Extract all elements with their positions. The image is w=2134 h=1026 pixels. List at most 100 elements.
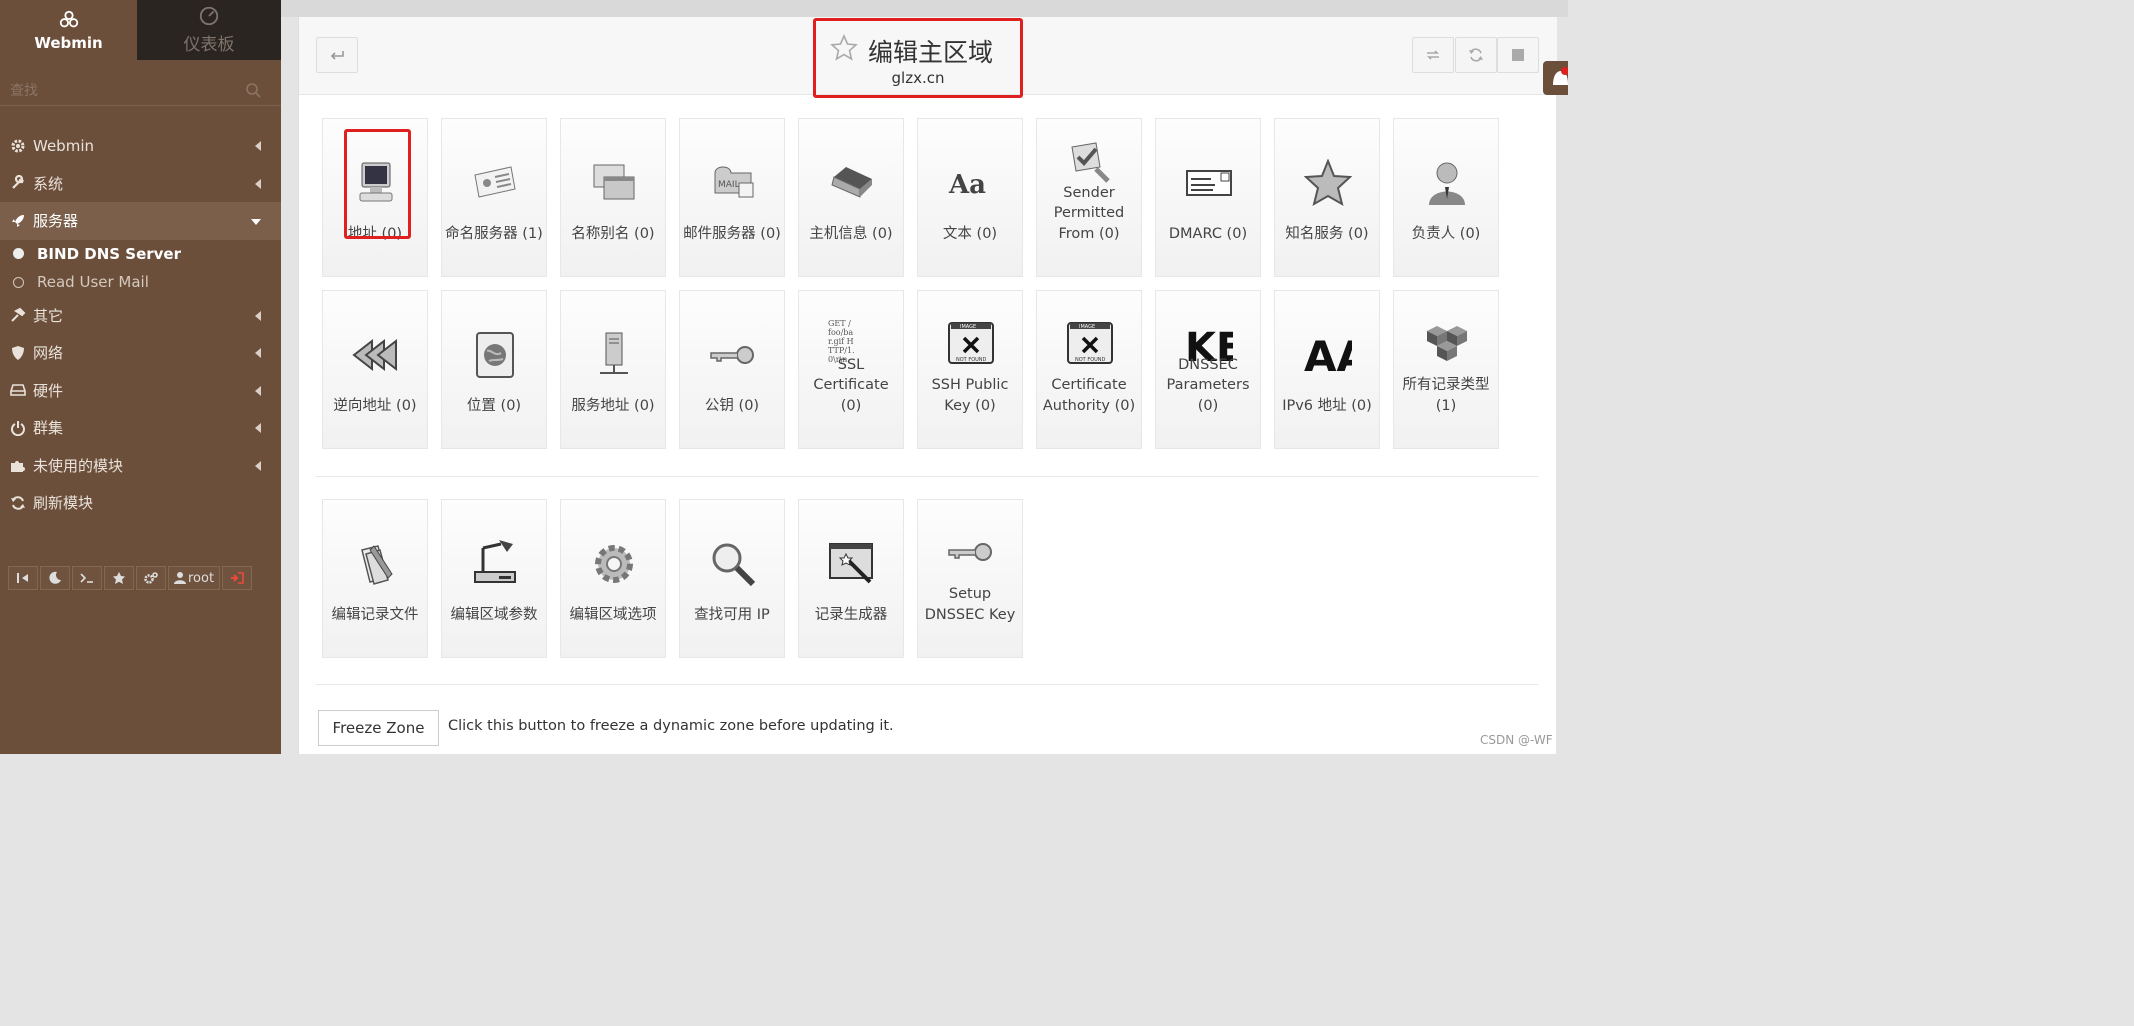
- wizard-icon: [829, 543, 873, 584]
- tab-webmin[interactable]: Webmin: [0, 0, 137, 60]
- page-header: 编辑主区域 glzx.cn: [299, 17, 1557, 98]
- record-tile-all-types[interactable]: 所有记录类型 (1): [1393, 290, 1499, 449]
- menu-servers[interactable]: 服务器: [0, 202, 281, 240]
- menu-label: 硬件: [33, 381, 64, 400]
- cert-line-0: GET /: [828, 319, 851, 328]
- cert-line-1: foo/ba: [828, 328, 853, 337]
- menu-label: 未使用的模块: [33, 456, 124, 475]
- image-label: IMAGE: [1079, 324, 1095, 330]
- radio-empty-icon: [13, 276, 24, 288]
- square-icon: [1512, 49, 1524, 61]
- tile-label: 命名服务器 (1): [445, 225, 543, 242]
- menu-label: 网络: [33, 344, 64, 363]
- tile-label: 名称别名 (0): [571, 225, 655, 242]
- cubes-icon: [1427, 326, 1467, 361]
- record-tile-dmarc[interactable]: DMARC (0): [1155, 118, 1261, 277]
- record-tile-responsible-person[interactable]: 负责人 (0): [1393, 118, 1499, 277]
- sidebar-bottom-bar: root: [8, 566, 253, 590]
- tool-edit-zone-params[interactable]: 编辑区域参数: [441, 499, 547, 658]
- theme-settings-button[interactable]: [136, 566, 166, 590]
- user-cog-icon: [174, 572, 186, 584]
- menu-label: 系统: [33, 174, 64, 193]
- cog-icon: [595, 545, 633, 583]
- radio-filled-icon: [13, 248, 24, 260]
- menu-cluster[interactable]: 群集: [0, 409, 281, 447]
- tab-dashboard[interactable]: 仪表板: [137, 0, 281, 60]
- night-mode-button[interactable]: [40, 566, 70, 590]
- laptop-icon: [831, 167, 872, 198]
- record-tile-text[interactable]: Aa 文本 (0): [917, 118, 1023, 277]
- menu-network[interactable]: 网络: [0, 334, 281, 372]
- user-button[interactable]: root: [168, 566, 221, 590]
- chevron-left-icon: [255, 310, 261, 321]
- shield-icon: [12, 345, 24, 360]
- record-tile-alias[interactable]: 名称别名 (0): [560, 118, 666, 277]
- not-found-label: NOT FOUND: [1075, 357, 1106, 363]
- top-margin: [281, 0, 1568, 17]
- record-tile-ipv6-address[interactable]: AA IPv6 地址 (0): [1274, 290, 1380, 449]
- tile-label: 文本 (0): [942, 225, 998, 242]
- menu-hardware[interactable]: 硬件: [0, 372, 281, 410]
- logout-button[interactable]: [222, 566, 253, 590]
- search-input[interactable]: 查找: [10, 80, 38, 100]
- server-icon: [600, 332, 628, 374]
- not-found-label: NOT FOUND: [956, 357, 987, 363]
- webmin-logo-icon: [59, 10, 78, 27]
- record-tile-ssl-certificate[interactable]: GET / foo/ba r.gif H TTP/1. 0\r\n SSL Ce…: [798, 290, 904, 449]
- record-tile-mail-server[interactable]: MAIL 邮件服务器 (0): [679, 118, 785, 277]
- sync-button[interactable]: [1412, 37, 1454, 73]
- menu-others[interactable]: 其它: [0, 297, 281, 335]
- tool-edit-zone-options[interactable]: 编辑区域选项: [560, 499, 666, 658]
- notification-bell-icon[interactable]: [1543, 61, 1569, 95]
- menu-system[interactable]: 系统: [0, 165, 281, 203]
- favorites-button[interactable]: [104, 566, 134, 590]
- record-tile-reverse-address[interactable]: 逆向地址 (0): [322, 290, 428, 449]
- sidebar-item-read-user-mail[interactable]: Read User Mail: [0, 268, 281, 297]
- key-icon: [710, 346, 754, 364]
- tile-label: 负责人 (0): [1411, 225, 1481, 242]
- menu-unused-modules[interactable]: 未使用的模块: [0, 447, 281, 485]
- tool-find-free-ip[interactable]: 查找可用 IP: [679, 499, 785, 658]
- collapse-sidebar-button[interactable]: [8, 566, 38, 590]
- hammer-icon: [11, 308, 26, 322]
- divider: [316, 476, 1538, 477]
- sidebar-item-bind-dns-server[interactable]: BIND DNS Server: [0, 240, 281, 269]
- aa-glyph: AA: [1304, 332, 1352, 379]
- favorite-star-icon[interactable]: [830, 34, 858, 62]
- record-tile-public-key[interactable]: 公钥 (0): [679, 290, 785, 449]
- chevron-left-icon: [255, 460, 261, 471]
- tool-setup-dnssec-key[interactable]: Setup DNSSEC Key: [917, 499, 1023, 658]
- chevron-left-icon: [255, 348, 261, 358]
- main-panel: 编辑主区域 glzx.cn 地址 (0) 命名服务器 (1) 名称别名 (0) …: [298, 17, 1557, 754]
- record-types-row-2: 逆向地址 (0) 位置 (0) 服务地址 (0) 公钥 (0) GET / fo…: [322, 290, 1499, 449]
- star-icon: [113, 572, 125, 584]
- record-tile-nameserver[interactable]: 命名服务器 (1): [441, 118, 547, 277]
- person-icon: [1429, 162, 1465, 205]
- tool-record-generator[interactable]: 记录生成器: [798, 499, 904, 658]
- watermark: CSDN @-WF: [1480, 733, 1553, 747]
- record-tile-wks[interactable]: 知名服务 (0): [1274, 118, 1380, 277]
- terminal-button[interactable]: [72, 566, 102, 590]
- record-tile-ssh-public-key[interactable]: IMAGE NOT FOUND SSH Public Key (0): [917, 290, 1023, 449]
- stop-button[interactable]: [1497, 37, 1539, 73]
- record-tile-host-info[interactable]: 主机信息 (0): [798, 118, 904, 277]
- rocket-icon: [12, 214, 24, 227]
- record-tile-location[interactable]: 位置 (0): [441, 290, 547, 449]
- freeze-zone-button[interactable]: Freeze Zone: [318, 710, 439, 746]
- sidebar-search[interactable]: 查找: [0, 74, 281, 106]
- dashboard-icon: [199, 6, 219, 26]
- back-button[interactable]: [316, 37, 358, 73]
- refresh-button[interactable]: [1455, 37, 1497, 73]
- record-tile-certificate-authority[interactable]: IMAGE NOT FOUND Certificate Authority (0…: [1036, 290, 1142, 449]
- record-tile-service-address[interactable]: 服务地址 (0): [560, 290, 666, 449]
- record-tile-spf[interactable]: Sender Permitted From (0): [1036, 118, 1142, 277]
- menu-refresh-modules[interactable]: 刷新模块: [0, 484, 281, 522]
- tile-label: 逆向地址 (0): [333, 397, 417, 414]
- record-tile-dnssec-parameters[interactable]: KE DNSSEC Parameters (0): [1155, 290, 1261, 449]
- power-icon: [11, 420, 25, 436]
- tile-label: Sender Permitted From (0): [1053, 184, 1125, 242]
- tile-label: 位置 (0): [466, 397, 522, 414]
- tool-edit-records-file[interactable]: 编辑记录文件: [322, 499, 428, 658]
- email-card-icon: [1186, 170, 1232, 196]
- menu-webmin[interactable]: Webmin: [0, 127, 281, 165]
